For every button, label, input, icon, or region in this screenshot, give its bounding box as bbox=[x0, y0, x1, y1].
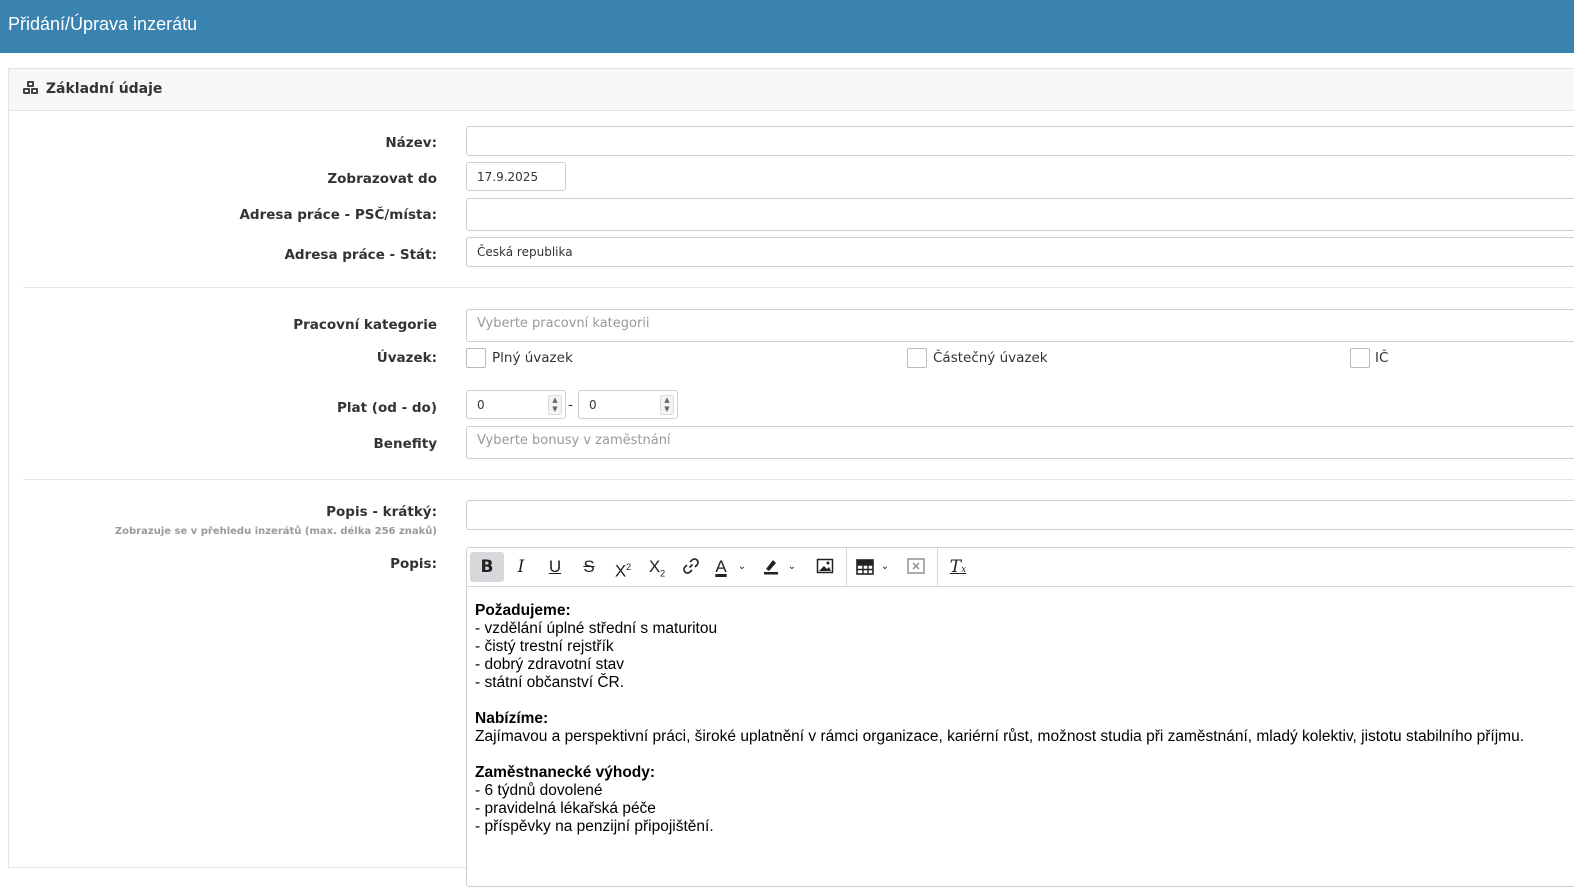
uvazek-label: Úvazek: bbox=[376, 350, 437, 366]
toolbar-separator bbox=[937, 548, 938, 587]
list-item: - příspěvky na penzijní připojištění. bbox=[475, 818, 714, 835]
kategorie-label: Pracovní kategorie bbox=[293, 317, 437, 333]
underline-icon[interactable]: U bbox=[538, 552, 572, 582]
chevron-down-icon[interactable]: ⌄ bbox=[785, 552, 799, 582]
divider bbox=[23, 287, 1574, 288]
basic-info-panel: Základní údaje Název: Zobrazovat do 17.9… bbox=[8, 68, 1574, 887]
highlight-icon[interactable] bbox=[758, 552, 784, 582]
benefity-select[interactable]: Vyberte bonusy v zaměstnání bbox=[466, 426, 1574, 459]
image-icon[interactable] bbox=[808, 552, 842, 582]
list-item: - čistý trestní rejstřík bbox=[475, 638, 614, 655]
popis-kratky-label: Popis - krátký: bbox=[326, 504, 437, 520]
chevron-down-icon[interactable]: ⌄ bbox=[878, 552, 892, 582]
zobrazovat-do-date-input[interactable]: 17.9.2025 bbox=[466, 162, 566, 191]
superscript-icon[interactable]: X2 bbox=[606, 552, 640, 582]
plat-do-spinner[interactable]: ▲ ▼ bbox=[660, 395, 674, 415]
benefity-label: Benefity bbox=[373, 436, 437, 452]
plat-label: Plat (od - do) bbox=[336, 400, 437, 416]
toolbar-separator bbox=[846, 548, 847, 587]
list-item: - pravidelná lékařská péče bbox=[475, 800, 656, 817]
ic-label: IČ bbox=[1375, 350, 1389, 366]
subscript-icon[interactable]: X2 bbox=[640, 552, 674, 582]
plat-do-value: 0 bbox=[589, 398, 597, 412]
adresa-stat-select[interactable]: Česká republika bbox=[466, 237, 1574, 267]
castecny-uvazek-checkbox[interactable] bbox=[907, 348, 927, 368]
plat-od-spinner[interactable]: ▲ ▼ bbox=[548, 395, 562, 415]
popis-label: Popis: bbox=[390, 556, 437, 572]
clear-formatting-icon[interactable]: Tx bbox=[941, 552, 975, 582]
remove-icon[interactable] bbox=[899, 552, 933, 582]
popis-kratky-hint: Zobrazuje se v přehledu inzerátů (max. d… bbox=[114, 526, 437, 537]
strikethrough-icon[interactable]: S bbox=[572, 552, 606, 582]
adresa-psc-input[interactable] bbox=[466, 198, 1574, 231]
nazev-input[interactable] bbox=[466, 126, 1574, 156]
nazev-label: Název: bbox=[385, 135, 437, 151]
page-title: Přidání/Úprava inzerátu bbox=[8, 14, 198, 34]
plat-separator: - bbox=[568, 397, 573, 413]
paragraph: Zajímavou a perspektivní práci, široké u… bbox=[475, 728, 1524, 745]
list-item: - dobrý zdravotní stav bbox=[475, 656, 625, 673]
adresa-stat-label: Adresa práce - Stát: bbox=[284, 247, 437, 263]
panel-header: Základní údaje bbox=[9, 69, 1574, 111]
divider bbox=[23, 479, 1574, 480]
adresa-psc-label: Adresa práce - PSČ/místa: bbox=[239, 207, 437, 223]
ic-checkbox[interactable] bbox=[1350, 348, 1370, 368]
cubes-icon bbox=[23, 81, 41, 99]
plat-do-input[interactable]: 0 ▲ ▼ bbox=[578, 390, 678, 419]
rich-text-editor[interactable]: B I U S X2 X2 A ⌄ ⌄ ⌄ Tx Požadujeme: - v… bbox=[466, 547, 1574, 887]
editor-content[interactable]: Požadujeme: - vzdělání úplné střední s m… bbox=[475, 602, 1524, 836]
castecny-uvazek-label: Částečný úvazek bbox=[933, 350, 1048, 366]
section-heading: Zaměstnanecké výhody: bbox=[475, 764, 656, 781]
bold-icon[interactable]: B bbox=[470, 552, 504, 582]
plat-od-value: 0 bbox=[477, 398, 485, 412]
link-icon[interactable] bbox=[674, 552, 708, 582]
list-item: - 6 týdnů dovolené bbox=[475, 782, 603, 799]
plny-uvazek-checkbox[interactable] bbox=[466, 348, 486, 368]
text-color-icon[interactable]: A bbox=[708, 552, 734, 582]
list-item: - vzdělání úplné střední s maturitou bbox=[475, 620, 718, 637]
plat-od-input[interactable]: 0 ▲ ▼ bbox=[466, 390, 566, 419]
italic-icon[interactable]: I bbox=[504, 552, 538, 582]
section-heading: Nabízíme: bbox=[475, 710, 549, 727]
page-header: Přidání/Úprava inzerátu bbox=[0, 0, 1574, 53]
zobrazovat-do-label: Zobrazovat do bbox=[327, 171, 437, 187]
popis-kratky-input[interactable] bbox=[466, 500, 1574, 530]
panel-title: Základní údaje bbox=[45, 81, 163, 97]
table-icon[interactable] bbox=[852, 552, 878, 582]
editor-toolbar: B I U S X2 X2 A ⌄ ⌄ ⌄ Tx bbox=[467, 548, 1574, 587]
section-heading: Požadujeme: bbox=[475, 602, 571, 619]
list-item: - státní občanství ČR. bbox=[475, 674, 625, 691]
kategorie-select[interactable]: Vyberte pracovní kategorii bbox=[466, 309, 1574, 342]
chevron-down-icon[interactable]: ⌄ bbox=[735, 552, 749, 582]
plny-uvazek-label: Plný úvazek bbox=[492, 350, 573, 366]
